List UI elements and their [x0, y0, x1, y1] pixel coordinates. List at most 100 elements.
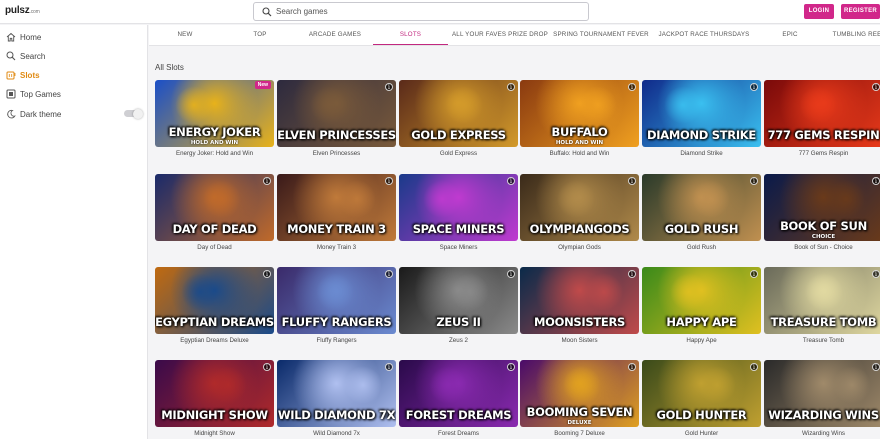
game-thumbnail[interactable]: WILD DIAMOND 7X i	[277, 360, 396, 427]
game-art-title: BUFFALO	[551, 125, 608, 139]
game-thumbnail[interactable]: 777 GEMS RESPIN i	[764, 80, 880, 147]
game-card[interactable]: DIAMOND STRIKE i Diamond Strike	[642, 80, 761, 157]
game-art-highlight	[557, 180, 595, 218]
game-card[interactable]: FLUFFY RANGERS i Fluffy Rangers	[277, 267, 396, 344]
game-thumbnail[interactable]: HAPPY APE i	[642, 267, 761, 334]
info-icon[interactable]: i	[507, 83, 515, 91]
game-card[interactable]: ENERGY JOKER HOLD AND WIN New Energy Joker:…	[155, 80, 274, 157]
game-thumbnail[interactable]: OLYMPIANGODS i	[520, 174, 639, 241]
game-thumbnail[interactable]: MOONSISTERS i	[520, 267, 639, 334]
game-thumbnail[interactable]: TREASURE TOMB i	[764, 267, 880, 334]
game-name: Fluffy Rangers	[316, 337, 357, 344]
game-card[interactable]: GOLD EXPRESS i Gold Express	[399, 80, 518, 157]
game-thumbnail[interactable]: GOLD EXPRESS i	[399, 80, 518, 147]
game-art-title: DIAMOND STRIKE	[647, 128, 756, 142]
game-thumbnail[interactable]: BOOK OF SUN CHOICE i	[764, 174, 880, 241]
game-card[interactable]: HAPPY APE i Happy Ape	[642, 267, 761, 344]
game-thumbnail[interactable]: GOLD HUNTER i	[642, 360, 761, 427]
game-card[interactable]: BOOK OF SUN CHOICE i Book of Sun - Choice	[764, 174, 880, 251]
game-name: Egyptian Dreams Deluxe	[180, 337, 249, 344]
info-icon[interactable]: i	[872, 363, 880, 371]
game-card[interactable]: DAY OF DEAD i Day of Dead	[155, 174, 274, 251]
game-art-highlight	[209, 366, 247, 404]
game-card[interactable]: WIZARDING WINS i Wizarding Wins	[764, 360, 880, 437]
game-card[interactable]: SPACE MINERS i Space Miners	[399, 174, 518, 251]
dark-theme-toggle[interactable]	[124, 108, 143, 119]
info-icon[interactable]: i	[872, 270, 880, 278]
register-button[interactable]: REGISTER	[841, 4, 880, 19]
info-icon[interactable]: i	[263, 363, 271, 371]
game-card[interactable]: BOOMING SEVEN DELUXE i Booming 7 Deluxe	[520, 360, 639, 437]
tab-epic[interactable]: EPIC	[765, 25, 815, 45]
info-icon[interactable]: i	[507, 363, 515, 371]
search-bar[interactable]	[253, 2, 589, 21]
info-icon[interactable]: i	[385, 177, 393, 185]
game-thumbnail[interactable]: BUFFALO HOLD AND WIN i	[520, 80, 639, 147]
game-card[interactable]: GOLD RUSH i Gold Rush	[642, 174, 761, 251]
info-icon[interactable]: i	[750, 83, 758, 91]
game-name: 777 Gems Respin	[798, 150, 849, 157]
info-icon[interactable]: i	[628, 83, 636, 91]
sidebar-item-search[interactable]: Search	[0, 47, 148, 65]
info-icon[interactable]: i	[872, 83, 880, 91]
game-thumbnail[interactable]: ELVEN PRINCESSES i	[277, 80, 396, 147]
info-icon[interactable]: i	[750, 363, 758, 371]
game-thumbnail[interactable]: GOLD RUSH i	[642, 174, 761, 241]
sidebar-item-slots[interactable]: Slots	[0, 66, 148, 84]
game-card[interactable]: ZEUS II i Zeus 2	[399, 267, 518, 344]
game-thumbnail[interactable]: ENERGY JOKER HOLD AND WIN New	[155, 80, 274, 147]
game-thumbnail[interactable]: ZEUS II i	[399, 267, 518, 334]
info-icon[interactable]: i	[385, 270, 393, 278]
tab-top[interactable]: TOP	[235, 25, 285, 45]
tab-tumbling-reels[interactable]: TUMBLING REELS	[825, 25, 880, 45]
info-icon[interactable]: i	[628, 270, 636, 278]
info-icon[interactable]: i	[628, 363, 636, 371]
game-card[interactable]: MIDNIGHT SHOW i Midnight Show	[155, 360, 274, 437]
sidebar-item-home[interactable]: Home	[0, 28, 148, 46]
game-card[interactable]: MONEY TRAIN 3 i Money Train 3	[277, 174, 396, 251]
game-thumbnail[interactable]: EGYPTIAN DREAMS i	[155, 267, 274, 334]
search-input[interactable]	[276, 5, 576, 18]
new-badge: New	[254, 81, 271, 89]
info-icon[interactable]: i	[872, 177, 880, 185]
game-card[interactable]: OLYMPIANGODS i Olympian Gods	[520, 174, 639, 251]
sidebar-item-top-games[interactable]: Top Games	[0, 85, 148, 103]
tab-all-your-faves-prize-drop[interactable]: ALL YOUR FAVES PRIZE DROP	[449, 25, 551, 45]
game-card[interactable]: ELVEN PRINCESSES i Elven Princesses	[277, 80, 396, 157]
brand-logo[interactable]: pulsz.com	[5, 5, 40, 16]
info-icon[interactable]: i	[385, 83, 393, 91]
game-thumbnail[interactable]: SPACE MINERS i	[399, 174, 518, 241]
tab-slots[interactable]: SLOTS	[373, 25, 448, 45]
game-card[interactable]: EGYPTIAN DREAMS i Egyptian Dreams Deluxe	[155, 267, 274, 344]
game-name: Money Train 3	[316, 244, 357, 251]
game-card[interactable]: WILD DIAMOND 7X i Wild Diamond 7x	[277, 360, 396, 437]
game-thumbnail[interactable]: BOOMING SEVEN DELUXE i	[520, 360, 639, 427]
game-thumbnail[interactable]: WIZARDING WINS i	[764, 360, 880, 427]
game-card[interactable]: 777 GEMS RESPIN i 777 Gems Respin	[764, 80, 880, 157]
game-art-highlight	[833, 366, 871, 404]
game-card[interactable]: MOONSISTERS i Moon Sisters	[520, 267, 639, 344]
tab-arcade-games[interactable]: ARCADE GAMES	[299, 25, 371, 45]
info-icon[interactable]: i	[263, 270, 271, 278]
info-icon[interactable]: i	[750, 177, 758, 185]
game-thumbnail[interactable]: DIAMOND STRIKE i	[642, 80, 761, 147]
game-thumbnail[interactable]: MONEY TRAIN 3 i	[277, 174, 396, 241]
tab-new[interactable]: NEW	[160, 25, 210, 45]
info-icon[interactable]: i	[507, 177, 515, 185]
login-button[interactable]: LOGIN	[804, 4, 834, 19]
info-icon[interactable]: i	[385, 363, 393, 371]
game-card[interactable]: TREASURE TOMB i Treasure Tomb	[764, 267, 880, 344]
info-icon[interactable]: i	[628, 177, 636, 185]
game-thumbnail[interactable]: FOREST DREAMS i	[399, 360, 518, 427]
info-icon[interactable]: i	[263, 177, 271, 185]
game-thumbnail[interactable]: MIDNIGHT SHOW i	[155, 360, 274, 427]
info-icon[interactable]: i	[507, 270, 515, 278]
game-card[interactable]: GOLD HUNTER i Gold Hunter	[642, 360, 761, 437]
info-icon[interactable]: i	[750, 270, 758, 278]
game-card[interactable]: FOREST DREAMS i Forest Dreams	[399, 360, 518, 437]
tab-jackpot-race-thursdays[interactable]: JACKPOT RACE THURSDAYS	[654, 25, 754, 45]
tab-spring-tournament-fever[interactable]: SPRING TOURNAMENT FEVER	[553, 25, 649, 45]
game-thumbnail[interactable]: FLUFFY RANGERS i	[277, 267, 396, 334]
game-card[interactable]: BUFFALO HOLD AND WIN i Buffalo: Hold and Wi…	[520, 80, 639, 157]
game-thumbnail[interactable]: DAY OF DEAD i	[155, 174, 274, 241]
